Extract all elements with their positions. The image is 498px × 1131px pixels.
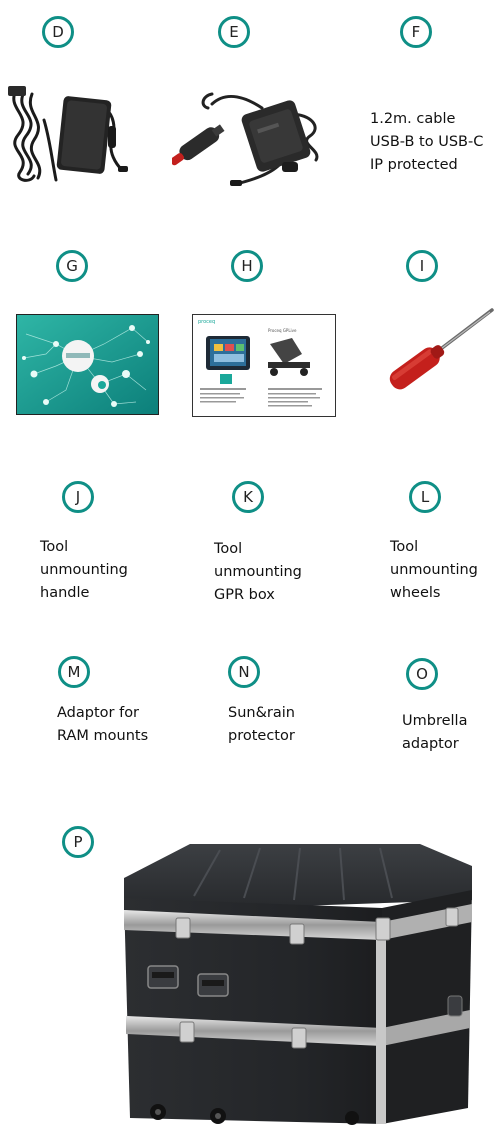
item-j-badge: J: [62, 481, 94, 513]
item-m-badge: M: [58, 656, 90, 688]
car-power-adapter-image: [172, 92, 319, 186]
item-m-line-1: Adaptor for: [57, 705, 140, 721]
item-i-badge: I: [406, 250, 438, 282]
item-h-badge: H: [231, 250, 263, 282]
item-n-line-1: Sun&rain: [228, 705, 295, 721]
item-f-description: 1.2m. cable USB-B to USB-C IP protected: [370, 108, 483, 177]
item-f-line-2: USB-B to USB-C: [370, 134, 484, 150]
item-e-badge: E: [218, 16, 250, 48]
guide-brand: proceq: [198, 319, 215, 325]
transport-case-image: [124, 844, 472, 1125]
item-k-line-1: Tool: [214, 541, 243, 557]
item-l-line-1: Tool: [390, 539, 419, 555]
item-j-line-1: Tool: [40, 539, 69, 555]
item-f-line-1: 1.2m. cable: [370, 111, 456, 127]
network-graphic-card-image: [16, 314, 159, 415]
item-n-description: Sun&rain protector: [228, 702, 295, 748]
item-o-description: Umbrella adaptor: [402, 710, 467, 756]
item-k-badge: K: [232, 481, 264, 513]
item-n-badge: N: [228, 656, 260, 688]
item-p-badge: P: [62, 826, 94, 858]
screwdriver-image: [389, 308, 494, 390]
item-k-line-3: GPR box: [214, 587, 275, 603]
item-m-description: Adaptor for RAM mounts: [57, 702, 148, 748]
item-k-line-2: unmounting: [214, 564, 302, 580]
item-g-badge: G: [56, 250, 88, 282]
item-o-line-1: Umbrella: [402, 713, 468, 729]
item-d-badge: D: [42, 16, 74, 48]
item-o-badge: O: [406, 658, 438, 690]
item-o-line-2: adaptor: [402, 736, 459, 752]
guide-title: Proceq GPLive: [268, 328, 297, 333]
ac-power-adapter-image: [8, 86, 128, 182]
item-n-line-2: protector: [228, 728, 295, 744]
item-k-description: Tool unmounting GPR box: [214, 538, 302, 607]
item-j-description: Tool unmounting handle: [40, 536, 128, 605]
item-l-badge: L: [409, 481, 441, 513]
item-m-line-2: RAM mounts: [57, 728, 149, 744]
item-f-badge: F: [400, 16, 432, 48]
quick-start-guide-image: proceq Proceq GPLive: [192, 314, 336, 417]
item-l-description: Tool unmounting wheels: [390, 536, 478, 605]
item-f-line-3: IP protected: [370, 157, 458, 173]
item-j-line-3: handle: [40, 585, 90, 601]
item-l-line-2: unmounting: [390, 562, 478, 578]
item-j-line-2: unmounting: [40, 562, 128, 578]
item-l-line-3: wheels: [390, 585, 441, 601]
